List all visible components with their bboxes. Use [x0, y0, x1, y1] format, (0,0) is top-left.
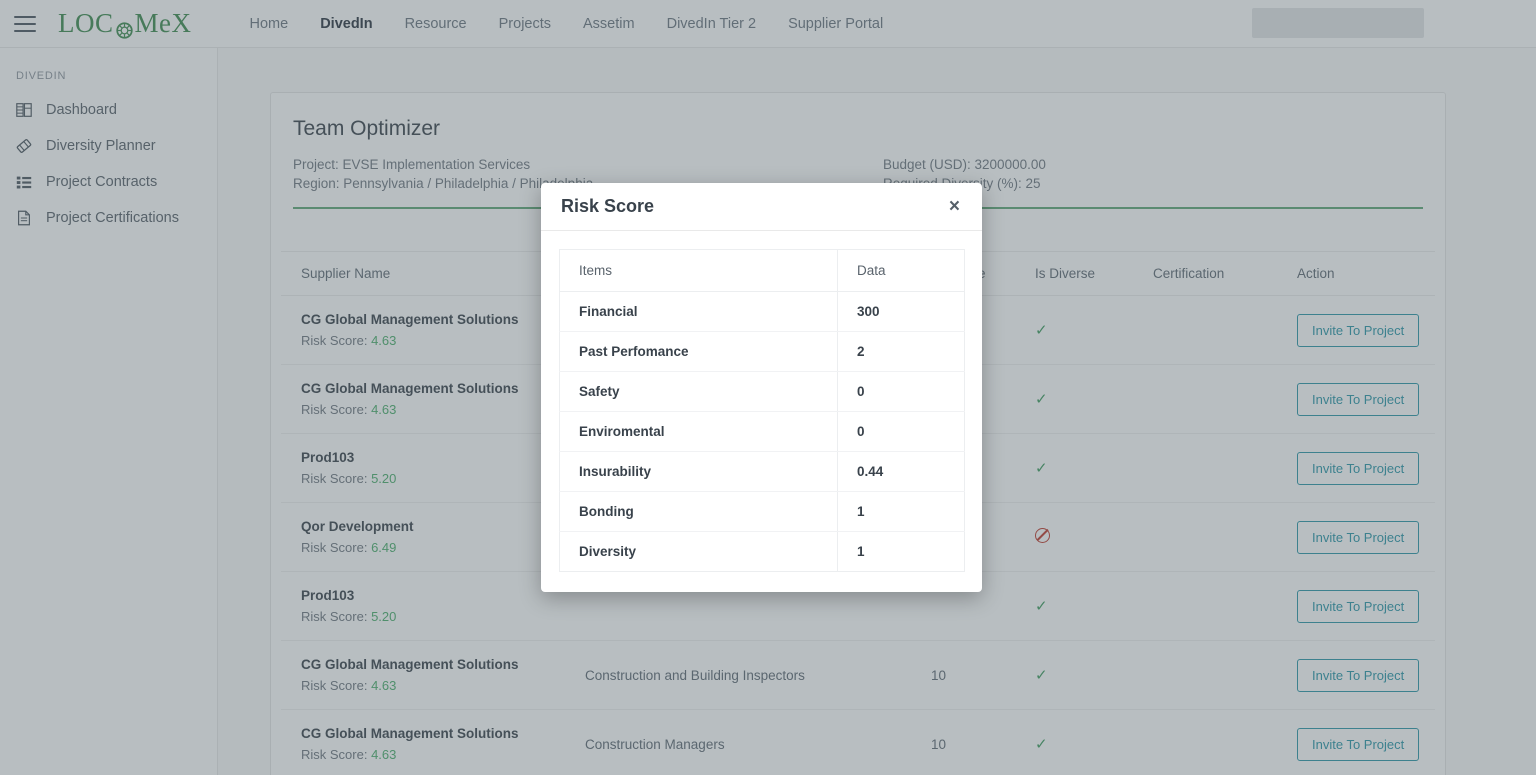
risk-score-table: Items Data Financial 300 Past Perfomance 2 S… — [559, 249, 965, 572]
risk-table-row: Enviromental 0 — [559, 411, 965, 452]
column-header-data: Data — [837, 249, 965, 292]
cell-item: Bonding — [559, 491, 838, 532]
modal-body: Items Data Financial 300 Past Perfomance 2 S… — [541, 231, 982, 592]
cell-item: Safety — [559, 371, 838, 412]
cell-item: Financial — [559, 291, 838, 332]
table-header-row: Items Data — [559, 249, 965, 292]
cell-data: 0.44 — [837, 451, 965, 492]
risk-score-table-body: Financial 300 Past Perfomance 2 Safety 0 Envir… — [559, 291, 965, 572]
risk-score-table-header: Items Data — [559, 249, 965, 292]
cell-item: Past Perfomance — [559, 331, 838, 372]
cell-data: 2 — [837, 331, 965, 372]
modal-header: Risk Score × — [541, 183, 982, 231]
cell-data: 1 — [857, 544, 865, 559]
cell-data: 0 — [837, 371, 965, 412]
risk-table-row: Diversity 1 — [560, 532, 965, 572]
risk-table-row: Insurability 0.44 — [559, 451, 965, 492]
cell-data: 0 — [837, 411, 965, 452]
close-icon[interactable]: × — [949, 197, 960, 216]
cell-data: 1 — [837, 491, 965, 532]
modal-title: Risk Score — [561, 196, 655, 216]
risk-table-row: Past Perfomance 2 — [559, 331, 965, 372]
column-header-items: Items — [559, 249, 838, 292]
risk-score-modal: Risk Score × Items Data Financial 300 Past… — [541, 183, 982, 592]
risk-table-row: Safety 0 — [559, 371, 965, 412]
risk-table-row: Bonding 1 — [559, 491, 965, 532]
app-root: LOC MeX Home DivedIn Resource Projects A… — [0, 0, 1536, 775]
cell-item: Enviromental — [559, 411, 838, 452]
cell-data: 300 — [837, 291, 965, 332]
risk-table-row: Financial 300 — [559, 291, 965, 332]
cell-item: Diversity — [579, 544, 637, 559]
cell-item: Insurability — [559, 451, 838, 492]
